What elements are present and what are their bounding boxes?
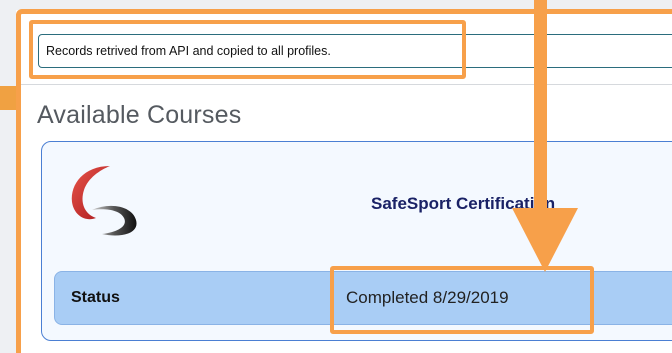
left-page-strip — [0, 0, 16, 353]
annotation-arrow-icon — [512, 0, 578, 272]
available-courses-heading: Available Courses — [37, 101, 242, 129]
screenshot-canvas: Records retrived from API and copied to … — [0, 0, 672, 353]
left-accent-bar — [0, 86, 16, 110]
annotation-message-highlight — [29, 20, 466, 79]
status-label: Status — [71, 289, 120, 306]
annotation-status-highlight — [330, 266, 594, 334]
safesport-swoosh-icon — [71, 166, 137, 236]
